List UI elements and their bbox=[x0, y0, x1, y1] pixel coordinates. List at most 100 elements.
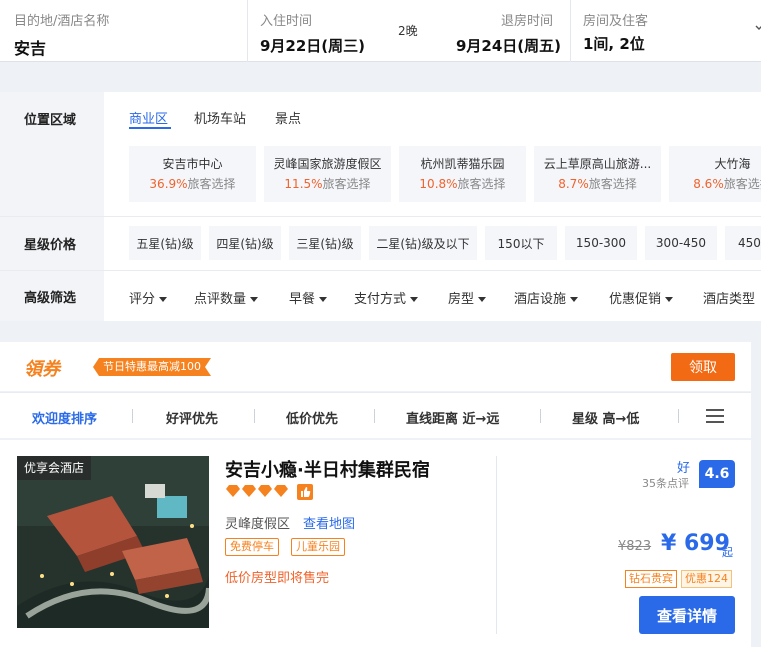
checkout-value[interactable]: 9月24日(周五) bbox=[456, 35, 561, 56]
view-map-link[interactable]: 查看地图 bbox=[303, 513, 355, 532]
area-name: 大竹海 bbox=[714, 157, 751, 171]
caret-down-icon bbox=[665, 297, 674, 302]
area-percent: 11.5% bbox=[284, 177, 323, 191]
filter-label: 优惠促销 bbox=[609, 292, 662, 307]
caret-down-icon bbox=[159, 297, 168, 302]
star-option[interactable]: 五星(钻)级 bbox=[129, 226, 201, 260]
diamond-icon bbox=[242, 485, 256, 497]
filter-label: 支付方式 bbox=[354, 292, 407, 307]
diamond-icon bbox=[226, 485, 240, 497]
claim-coupon-button[interactable]: 领取 bbox=[671, 353, 735, 381]
review-count[interactable]: 35条点评 bbox=[642, 475, 689, 491]
area-name: 杭州凯蒂猫乐园 bbox=[420, 157, 505, 171]
rating-score-badge: 4.6 bbox=[699, 460, 735, 488]
filter-promotions-dropdown[interactable]: 优惠促销 bbox=[609, 288, 674, 307]
filter-room-type-dropdown[interactable]: 房型 bbox=[448, 288, 487, 307]
checkin-label: 入住时间 bbox=[260, 14, 313, 29]
area-percent: 8.7% bbox=[558, 177, 589, 191]
area-percent: 10.8% bbox=[419, 177, 458, 191]
caret-down-icon bbox=[319, 297, 328, 302]
destination-label: 目的地/酒店名称 bbox=[14, 14, 110, 29]
price-option[interactable]: 150以下 bbox=[485, 226, 557, 260]
original-price: ¥823 bbox=[618, 539, 652, 554]
filter-payment-dropdown[interactable]: 支付方式 bbox=[354, 288, 419, 307]
sort-popularity[interactable]: 欢迎度排序 bbox=[32, 408, 97, 427]
price-option[interactable]: 300-450 bbox=[645, 226, 717, 260]
area-share: 10.8%旅客选择 bbox=[399, 175, 526, 192]
star-option[interactable]: 三星(钻)级 bbox=[289, 226, 361, 260]
filter-facilities-dropdown[interactable]: 酒店设施 bbox=[514, 288, 579, 307]
price-option[interactable]: 450- bbox=[725, 226, 761, 260]
hotel-photo[interactable]: 优享会酒店 bbox=[17, 456, 209, 628]
area-suffix: 旅客选择 bbox=[322, 177, 371, 191]
hotel-name[interactable]: 安吉小瘾·半日村集群民宿 bbox=[225, 456, 430, 482]
coupon-bar: 領券 节日特惠最高减100 领取 bbox=[0, 342, 751, 391]
area-suffix: 旅客选择 bbox=[588, 177, 637, 191]
sort-low-price[interactable]: 低价优先 bbox=[286, 408, 338, 427]
premium-hotel-badge: 优享会酒店 bbox=[17, 456, 92, 480]
filter-label: 房型 bbox=[448, 292, 475, 307]
area-name: 安吉市中心 bbox=[162, 157, 223, 171]
filter-label: 早餐 bbox=[289, 292, 316, 307]
area-share: 11.5%旅客选择 bbox=[264, 175, 391, 192]
discount-tag: 优惠124 bbox=[681, 570, 732, 588]
area-option[interactable]: 灵峰国家旅游度假区 11.5%旅客选择 bbox=[264, 146, 391, 202]
divider bbox=[0, 270, 761, 271]
chevron-down-icon[interactable] bbox=[755, 24, 761, 32]
nights-count: 2晚 bbox=[398, 24, 418, 38]
view-details-button[interactable]: 查看详情 bbox=[639, 596, 735, 634]
area-option[interactable]: 杭州凯蒂猫乐园 10.8%旅客选择 bbox=[399, 146, 526, 202]
area-option[interactable]: 云上草原高山旅游... 8.7%旅客选择 bbox=[534, 146, 661, 202]
member-tag: 钻石贵宾 bbox=[625, 570, 677, 588]
filter-label: 点评数量 bbox=[194, 292, 247, 307]
star-option[interactable]: 四星(钻)级 bbox=[209, 226, 281, 260]
price-suffix: 起 bbox=[722, 546, 733, 559]
filter-breakfast-dropdown[interactable]: 早餐 bbox=[289, 288, 328, 307]
area-suffix: 旅客选择 bbox=[457, 177, 506, 191]
tab-attractions[interactable]: 景点 bbox=[275, 108, 301, 127]
area-share: 8.7%旅客选择 bbox=[534, 175, 661, 192]
price-option[interactable]: 150-300 bbox=[565, 226, 637, 260]
filter-review-count-dropdown[interactable]: 点评数量 bbox=[194, 288, 259, 307]
advanced-filter-label: 高级筛选 bbox=[0, 271, 104, 321]
area-share: 8.6%旅客选择 bbox=[669, 175, 761, 192]
divider bbox=[374, 409, 375, 423]
star-option[interactable]: 二星(钻)级及以下 bbox=[369, 226, 477, 260]
rating-word: 好 bbox=[677, 461, 691, 476]
rooms-field[interactable]: 房间及住客 1间, 2位 bbox=[571, 0, 761, 62]
filter-label: 酒店类型 bbox=[703, 292, 756, 307]
area-suffix: 旅客选择 bbox=[723, 177, 761, 191]
rooms-value[interactable]: 1间, 2位 bbox=[583, 33, 645, 54]
area-option[interactable]: 大竹海 8.6%旅客选择 bbox=[669, 146, 761, 202]
filter-label: 评分 bbox=[129, 292, 156, 307]
destination-field[interactable]: 目的地/酒店名称 安吉 bbox=[0, 0, 247, 62]
area-percent: 8.6% bbox=[693, 177, 724, 191]
filter-rating-dropdown[interactable]: 评分 bbox=[129, 288, 168, 307]
hotel-location: 灵峰度假区 bbox=[225, 517, 291, 532]
sort-distance[interactable]: 直线距离 近→远 bbox=[406, 408, 499, 427]
diamond-rating bbox=[226, 485, 288, 499]
date-field[interactable]: 入住时间 9月22日(周三) 2晚 退房时间 9月24日(周五) bbox=[248, 0, 570, 62]
hotel-card[interactable]: 优享会酒店 安吉小瘾·半日村集群民宿 灵峰度假区 查看地图 免费停车 儿童乐园 … bbox=[0, 440, 751, 647]
thumbs-up-icon bbox=[297, 484, 313, 500]
area-share: 36.9%旅客选择 bbox=[129, 175, 256, 192]
area-name: 云上草原高山旅游... bbox=[543, 157, 652, 171]
filter-hotel-type-dropdown[interactable]: 酒店类型 bbox=[703, 288, 755, 307]
current-price: ¥ 699 bbox=[661, 531, 730, 556]
caret-down-icon bbox=[250, 297, 259, 302]
star-price-label: 星级价格 bbox=[0, 217, 104, 270]
tab-business-district[interactable]: 商业区 bbox=[129, 108, 168, 127]
tab-airport-station[interactable]: 机场车站 bbox=[194, 108, 246, 127]
divider bbox=[496, 456, 497, 634]
filter-panel: 位置区域 商业区 机场车站 景点 安吉市中心 36.9%旅客选择 灵峰国家旅游度… bbox=[0, 92, 761, 321]
sort-star[interactable]: 星级 高→低 bbox=[572, 408, 639, 427]
checkin-value[interactable]: 9月22日(周三) bbox=[260, 35, 365, 56]
destination-value[interactable]: 安吉 bbox=[14, 35, 46, 59]
area-option[interactable]: 安吉市中心 36.9%旅客选择 bbox=[129, 146, 256, 202]
caret-down-icon bbox=[570, 297, 579, 302]
coupon-promo-badge: 节日特惠最高减100 bbox=[93, 358, 211, 376]
sort-rating[interactable]: 好评优先 bbox=[166, 408, 218, 427]
menu-icon[interactable] bbox=[706, 409, 724, 423]
divider bbox=[132, 409, 133, 423]
caret-down-icon bbox=[410, 297, 419, 302]
